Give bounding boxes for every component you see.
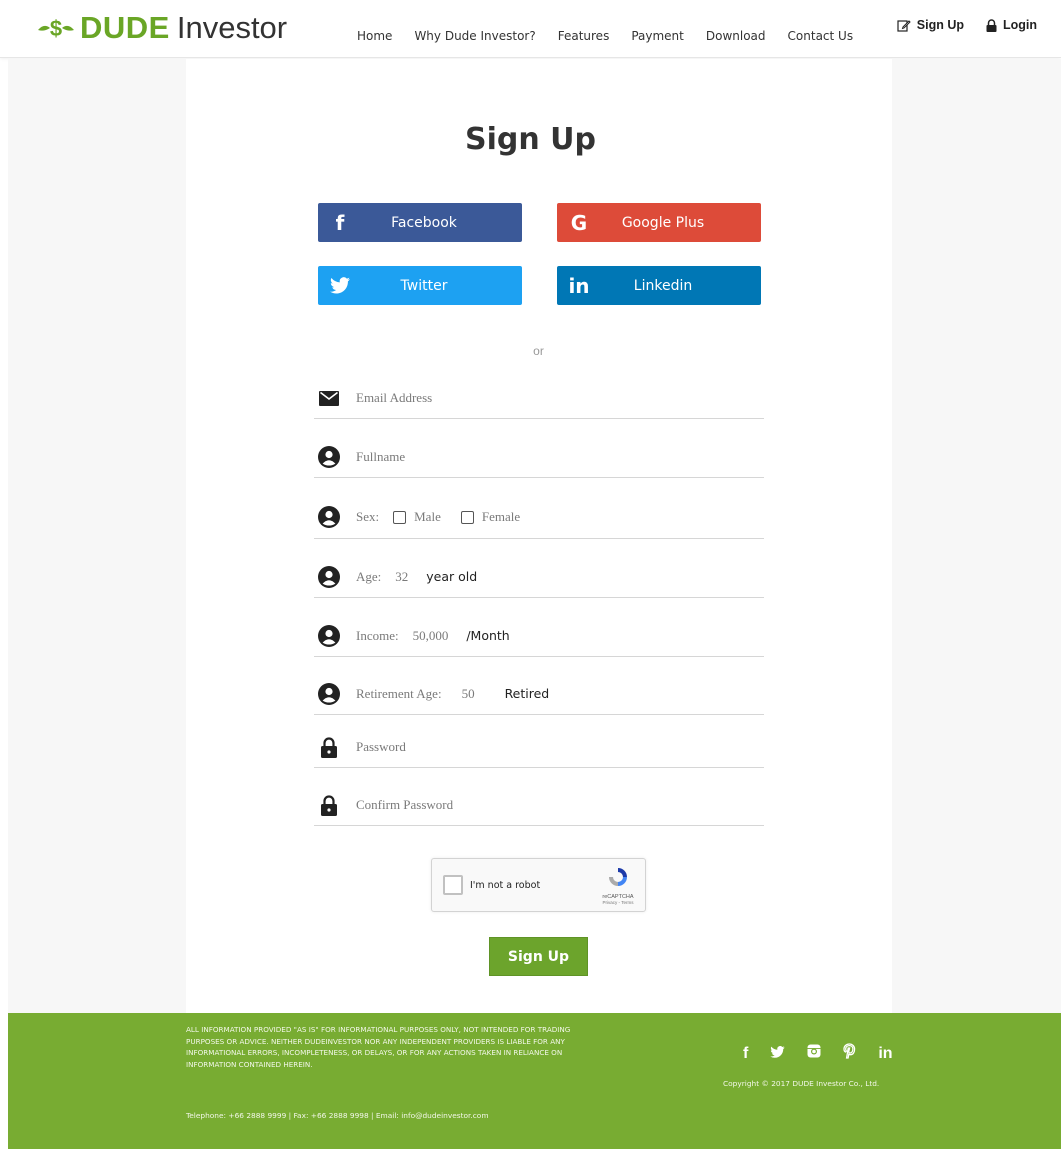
logo-text-investor: Investor (176, 10, 288, 45)
female-checkbox[interactable] (460, 510, 474, 524)
fullname-row (314, 436, 764, 478)
retirement-age-label: Retirement Age: (356, 685, 442, 701)
income-label: Income: (356, 627, 399, 643)
or-divider: or (533, 344, 544, 358)
pinterest-icon[interactable] (843, 1043, 856, 1064)
user-icon (314, 682, 344, 705)
linkedin-icon[interactable]: in (878, 1045, 892, 1063)
header-signup-label: Sign Up (916, 18, 964, 32)
footer-social-links: f in (743, 1043, 893, 1064)
header-login-link[interactable]: Login (986, 18, 1037, 32)
retirement-age-row: Retirement Age: 50 Retired (314, 673, 764, 715)
facebook-icon: f (335, 210, 345, 235)
auth-links: Sign Up Login (875, 18, 1037, 32)
confirm-password-input[interactable] (356, 797, 736, 813)
page-title: Sign Up (464, 122, 596, 157)
logo-dollar-sprout-icon: $ (36, 15, 76, 41)
google-plus-signup-button[interactable]: G Google Plus (557, 203, 761, 242)
age-input[interactable]: 32 (395, 569, 408, 585)
header-signup-link[interactable]: Sign Up (897, 18, 964, 32)
header-login-label: Login (1002, 18, 1037, 32)
facebook-icon[interactable]: f (743, 1045, 748, 1063)
logo-text-dude: DUDE (80, 10, 170, 45)
nav-home[interactable]: Home (357, 29, 392, 43)
nav-features[interactable]: Features (558, 29, 610, 43)
linkedin-signup-button[interactable]: in Linkedin (557, 266, 761, 305)
email-input[interactable] (356, 390, 736, 406)
envelope-icon (314, 390, 344, 406)
age-row: Age: 32 year old (314, 556, 764, 598)
footer-copyright: Copyright © 2017 DUDE Investor Co., Ltd. (723, 1079, 880, 1088)
footer-disclaimer: All information provided "as is" for inf… (186, 1025, 571, 1069)
female-label: Female (481, 509, 521, 524)
income-unit: /Month (466, 628, 510, 643)
confirm-password-row (314, 785, 764, 826)
lock-icon (314, 794, 344, 816)
recaptcha-logo: reCAPTCHA Privacy - Terms (596, 866, 640, 905)
nav-contact-us[interactable]: Contact Us (788, 29, 854, 43)
lock-icon (986, 18, 997, 32)
password-row (314, 727, 764, 768)
twitter-signup-button[interactable]: Twitter (318, 266, 522, 305)
site-logo[interactable]: $ DUDE Investor (36, 8, 287, 48)
retirement-unit: Retired (504, 686, 550, 701)
nav-download[interactable]: Download (706, 29, 766, 43)
sex-label: Sex: (356, 509, 380, 524)
signup-submit-button[interactable]: Sign Up (489, 937, 588, 976)
sex-row: Sex: Male Female (314, 496, 764, 539)
male-checkbox[interactable] (393, 510, 407, 524)
linkedin-icon: in (568, 273, 590, 298)
site-header: $ DUDE Investor Home Why Dude Investor? … (0, 0, 1061, 58)
user-icon (314, 445, 344, 468)
email-row (314, 378, 764, 419)
user-icon (314, 506, 344, 528)
site-footer: All information provided "as is" for inf… (8, 1013, 1061, 1149)
fullname-input[interactable] (356, 448, 736, 465)
male-label: Male (414, 509, 441, 524)
retirement-age-input[interactable]: 50 (462, 686, 475, 702)
nav-payment[interactable]: Payment (631, 29, 684, 43)
main-nav: Home Why Dude Investor? Features Payment… (357, 29, 875, 43)
facebook-label: Facebook (391, 214, 457, 231)
recaptcha-links[interactable]: Privacy - Terms (596, 900, 640, 905)
instagram-icon[interactable] (807, 1044, 821, 1063)
footer-contact: Telephone: +66 2888 9999 | Fax: +66 2888… (186, 1111, 489, 1120)
linkedin-label: Linkedin (633, 277, 693, 294)
twitter-label: Twitter (400, 277, 448, 294)
svg-text:$: $ (50, 16, 62, 41)
password-input[interactable] (356, 739, 736, 755)
facebook-signup-button[interactable]: f Facebook (318, 203, 522, 242)
user-icon (314, 565, 344, 588)
recaptcha-checkbox[interactable] (443, 875, 463, 895)
edit-icon (897, 19, 911, 32)
twitter-icon[interactable] (770, 1045, 786, 1063)
age-label: Age: (356, 568, 382, 584)
twitter-icon (318, 277, 362, 294)
income-input[interactable]: 50,000 (413, 628, 449, 644)
recaptcha-icon (609, 868, 627, 886)
google-icon: G (570, 210, 588, 235)
recaptcha-widget: I'm not a robot reCAPTCHA Privacy - Term… (431, 858, 646, 912)
recaptcha-label: I'm not a robot (470, 880, 541, 891)
user-icon (314, 624, 344, 647)
nav-why-dude-investor[interactable]: Why Dude Investor? (414, 29, 535, 43)
google-plus-label: Google Plus (621, 214, 705, 231)
age-unit: year old (426, 569, 478, 584)
lock-icon (314, 736, 344, 758)
income-row: Income: 50,000 /Month (314, 615, 764, 657)
